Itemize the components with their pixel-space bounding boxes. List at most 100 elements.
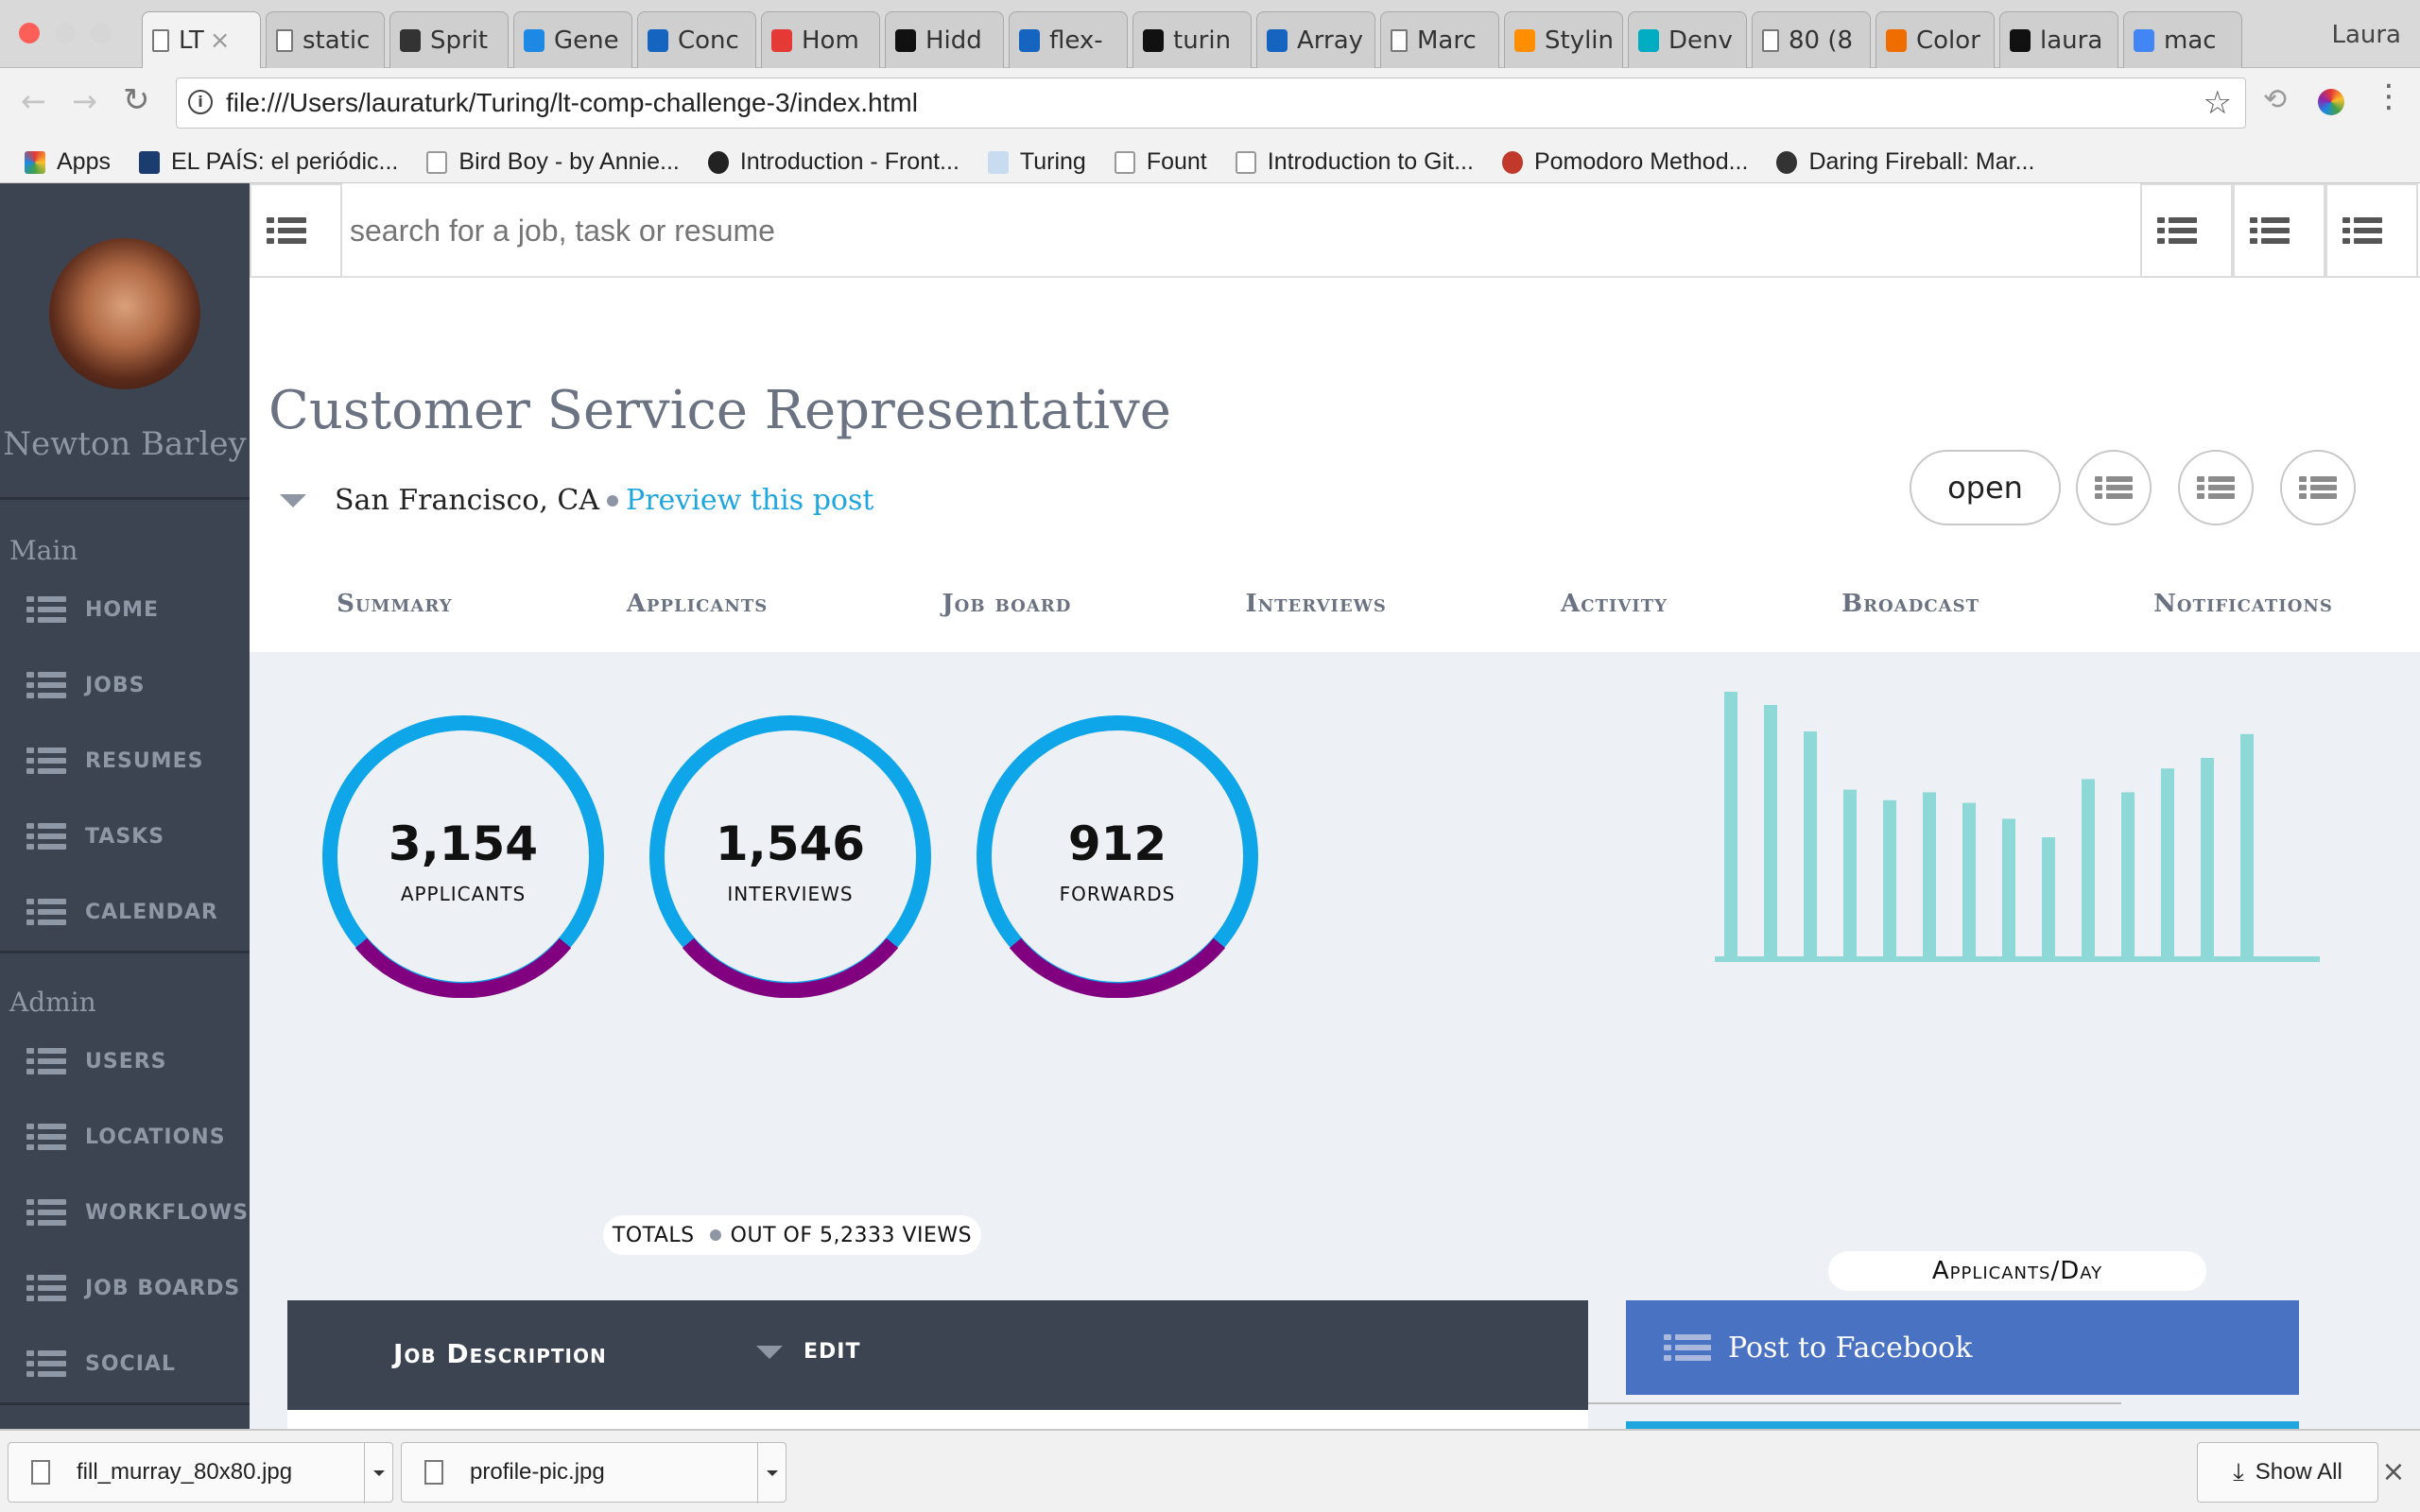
browser-tab[interactable]: static [266, 11, 385, 68]
bookmark-star-icon[interactable]: ☆ [2204, 84, 2232, 122]
browser-tab[interactable]: turin [1132, 11, 1252, 68]
browser-tab[interactable]: Marc [1380, 11, 1499, 68]
sidebar-item-tasks[interactable]: TASKS [26, 813, 164, 860]
status-open-button[interactable]: open [1910, 450, 2061, 525]
reload-icon[interactable]: ↻ [123, 81, 150, 119]
bookmark-item[interactable]: Introduction - Front... [707, 148, 959, 176]
bookmark-label: Apps [57, 148, 111, 175]
search-input[interactable] [342, 183, 2138, 278]
browser-tab[interactable]: Hidd [885, 11, 1004, 68]
browser-tab[interactable]: Color [1876, 11, 1995, 68]
close-tab-icon[interactable]: × [210, 26, 231, 55]
tab-job-board[interactable]: Job board [942, 590, 1071, 646]
tab-summary[interactable]: Summary [337, 590, 453, 646]
mdn-icon [1019, 28, 1040, 52]
browser-tab[interactable]: 80 (8 [1752, 11, 1871, 68]
chart-bar [2161, 768, 2174, 956]
download-bar: fill_murray_80x80.jpg profile-pic.jpg ⤓ … [0, 1429, 2420, 1512]
address-bar[interactable]: i file:///Users/lauraturk/Turing/lt-comp… [176, 77, 2246, 129]
github-icon [1143, 28, 1164, 52]
preview-link[interactable]: Preview this post [626, 484, 873, 517]
sidebar-item-job-boards[interactable]: JOB BOARDS [26, 1264, 240, 1312]
browser-tab[interactable]: flex- [1009, 11, 1128, 68]
tab-interviews[interactable]: Interviews [1246, 590, 1387, 646]
info-icon[interactable]: i [188, 90, 213, 114]
job-location: San Francisco, CA [335, 484, 600, 517]
close-window-button[interactable] [19, 23, 40, 43]
toolbar-button-3[interactable] [2325, 183, 2418, 278]
browser-tab[interactable]: Stylin [1504, 11, 1623, 68]
browser-tab[interactable]: mac [2123, 11, 2242, 68]
tab-label: Marc [1417, 26, 1477, 55]
sidebar-item-calendar[interactable]: CALENDAR [26, 888, 218, 936]
menu-icon[interactable]: ⋮ [2373, 77, 2405, 115]
browser-tab[interactable]: Conc [637, 11, 756, 68]
tab-notifications[interactable]: Notifications [2153, 590, 2333, 646]
tab-label: mac [2164, 26, 2217, 55]
list-icon [26, 594, 66, 625]
zoom-window-button[interactable] [91, 23, 112, 43]
download-item[interactable]: fill_murray_80x80.jpg [8, 1442, 393, 1503]
sidebar-divider [0, 1402, 250, 1405]
interviews-count: 1,546 [715, 816, 866, 871]
sidebar-item-social[interactable]: SOCIAL [26, 1340, 176, 1387]
bookmark-item[interactable]: Pomodoro Method... [1501, 148, 1748, 176]
browser-tab[interactable]: LT × [142, 11, 261, 69]
sidebar-item-home[interactable]: HOME [26, 586, 159, 633]
tab-label: flex- [1049, 26, 1103, 55]
tab-activity[interactable]: Activity [1561, 590, 1668, 646]
sidebar-item-resumes[interactable]: RESUMES [26, 737, 203, 784]
show-all-button[interactable]: ⤓ Show All [2197, 1442, 2378, 1503]
sidebar-item-locations[interactable]: LOCATIONS [26, 1113, 226, 1160]
edit-button[interactable]: EDIT [756, 1340, 860, 1364]
profile-name[interactable]: Laura [2331, 21, 2401, 49]
minimize-window-button[interactable] [55, 23, 76, 43]
menu-toggle-button[interactable] [250, 183, 342, 278]
bookmark-item[interactable]: EL PAÍS: el periódic... [138, 148, 398, 176]
color-picker-icon[interactable] [2318, 89, 2344, 115]
sidebar-item-jobs[interactable]: JOBS [26, 662, 146, 709]
tab-applicants[interactable]: Applicants [627, 590, 768, 646]
bookmark-item[interactable]: Bird Boy - by Annie... [426, 148, 680, 176]
action-button-1[interactable] [2076, 450, 2152, 525]
toolbar-button-1[interactable] [2140, 183, 2233, 278]
browser-tab[interactable]: Hom [761, 11, 880, 68]
browser-tab[interactable]: Denv [1628, 11, 1747, 68]
toolbar-button-2[interactable] [2233, 183, 2325, 278]
download-options-button[interactable] [364, 1443, 392, 1503]
browser-tab[interactable]: Gene [513, 11, 632, 68]
back-icon[interactable]: ← [21, 83, 46, 119]
action-button-2[interactable] [2178, 450, 2254, 525]
url-text[interactable]: file:///Users/lauraturk/Turing/lt-comp-c… [226, 88, 918, 118]
post-to-facebook-button[interactable]: Post to Facebook [1626, 1300, 2299, 1395]
browser-tab[interactable]: Sprit [389, 11, 509, 68]
sketch-icon [771, 28, 792, 52]
bookmark-item[interactable]: Turing [987, 148, 1086, 176]
bookmark-item[interactable]: Apps [25, 148, 111, 176]
forward-icon[interactable]: → [72, 83, 97, 119]
action-button-3[interactable] [2280, 450, 2356, 525]
sidebar-item-users[interactable]: USERS [26, 1038, 167, 1085]
download-item[interactable]: profile-pic.jpg [401, 1442, 786, 1503]
tab-label: Gene [554, 26, 619, 55]
bookmark-item[interactable]: Daring Fireball: Mar... [1776, 148, 2034, 176]
sidebar-item-workflows[interactable]: WORKFLOWS [26, 1189, 249, 1236]
next-share-button[interactable] [1626, 1421, 2299, 1429]
chevron-down-icon[interactable] [280, 493, 306, 507]
tab-label: Stylin [1545, 26, 1615, 55]
list-icon [1664, 1332, 1711, 1363]
chart-bar [2201, 758, 2214, 956]
bookmark-item[interactable]: Fount [1114, 148, 1207, 176]
close-icon[interactable]: × [2378, 1455, 2409, 1489]
bookmark-item[interactable]: Introduction to Git... [1235, 148, 1474, 176]
totals-label: TOTALS [612, 1223, 695, 1247]
chart-bar [2121, 792, 2135, 956]
browser-tab[interactable]: laura [1999, 11, 2118, 68]
avatar[interactable] [49, 238, 200, 389]
download-options-button[interactable] [757, 1443, 786, 1503]
browser-tab[interactable]: Array [1256, 11, 1375, 68]
chevron-down-icon [766, 1470, 778, 1476]
bookmark-label: Introduction to Git... [1267, 148, 1474, 175]
history-icon[interactable]: ⟲ [2263, 83, 2287, 116]
tab-broadcast[interactable]: Broadcast [1841, 590, 1979, 646]
